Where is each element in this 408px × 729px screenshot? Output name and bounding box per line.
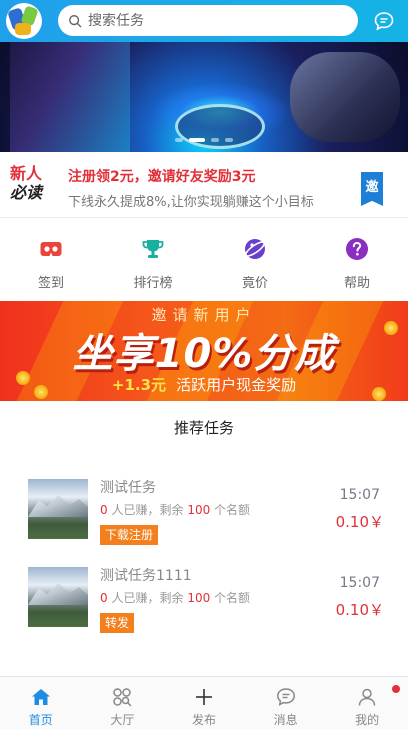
- task-remaining-suffix: 个名额: [214, 503, 251, 517]
- home-icon: [31, 689, 50, 705]
- task-price: 0.10￥: [335, 513, 384, 531]
- tab-label: 消息: [273, 713, 298, 727]
- carousel-dots: [0, 138, 408, 142]
- search-bar[interactable]: [58, 5, 358, 36]
- task-item[interactable]: 测试任务1111 0 人已赚，剩余 100 个名额 转发 15:07 0.10￥: [0, 555, 408, 635]
- notification-dot: [391, 685, 400, 693]
- task-tag: 转发: [100, 613, 135, 633]
- quick-nav: 签到 排行榜 竟价 帮助: [0, 220, 408, 300]
- task-name: 测试任务1111: [100, 568, 192, 584]
- promo-banner[interactable]: 邀请新用户 坐享10%分成 +1.3元 活跃用户现金奖励: [0, 301, 408, 401]
- task-thumbnail: [28, 479, 88, 539]
- task-item[interactable]: 测试任务 0 人已赚，剩余 100 个名额 下载注册 15:07 0.10￥: [0, 467, 408, 547]
- task-time: 15:07: [339, 575, 380, 591]
- invite-ribbon[interactable]: 邀: [361, 172, 383, 206]
- banner-carousel[interactable]: [0, 42, 408, 152]
- hall-icon: [113, 688, 132, 707]
- quick-nav-label: 帮助: [343, 276, 370, 291]
- carousel-dot[interactable]: [225, 138, 233, 142]
- quick-nav-label: 竟价: [241, 276, 268, 291]
- carousel-dot[interactable]: [175, 138, 183, 142]
- task-tag: 下载注册: [100, 525, 159, 545]
- search-icon: [69, 14, 82, 27]
- chat-bubble-icon[interactable]: [374, 11, 394, 31]
- planet-icon: [244, 239, 266, 259]
- task-meta: 0 人已赚，剩余 100 个名额: [100, 589, 250, 606]
- task-name: 测试任务: [100, 480, 156, 496]
- app-logo[interactable]: [6, 3, 42, 39]
- task-price: 0.10￥: [335, 601, 384, 619]
- carousel-dot[interactable]: [211, 138, 219, 142]
- task-earned-count: 0: [100, 591, 108, 605]
- newbie-badge-line1: 新人: [10, 164, 43, 183]
- message-icon: [276, 688, 295, 706]
- search-input[interactable]: [88, 12, 328, 29]
- task-thumbnail: [28, 567, 88, 627]
- tab-label: 我的: [355, 713, 380, 727]
- task-meta: 0 人已赚，剩余 100 个名额: [100, 501, 250, 518]
- promo-headline: 坐享10%分成: [72, 331, 336, 377]
- newbie-badge-line2: 必读: [10, 183, 43, 202]
- notice-title: 注册领2元，邀请好友奖励3元: [68, 169, 256, 185]
- newbie-badge: 新人 必读: [10, 164, 50, 202]
- top-header: [0, 0, 408, 42]
- quick-nav-ranking[interactable]: 排行榜: [102, 220, 204, 300]
- task-remaining-count: 100: [187, 503, 211, 517]
- carousel-dot[interactable]: [189, 138, 205, 142]
- tab-profile[interactable]: 我的: [326, 677, 408, 729]
- tab-hall[interactable]: 大厅: [82, 677, 164, 729]
- notice-subtitle: 下线永久提成8%,让你实现躺赚这个小目标: [68, 195, 314, 210]
- bottom-tab-bar: 首页 大厅 发布 消息 我的: [0, 676, 408, 729]
- promo-bottom-text: +1.3元 活跃用户现金奖励: [0, 374, 408, 395]
- trophy-icon: [142, 240, 164, 258]
- task-time: 15:07: [339, 487, 380, 503]
- tab-publish[interactable]: 发布: [163, 677, 245, 729]
- plus-icon: [195, 689, 212, 705]
- user-icon: [358, 688, 376, 706]
- quick-nav-label: 排行榜: [133, 276, 173, 291]
- quick-nav-checkin[interactable]: 签到: [0, 220, 102, 300]
- section-title: 推荐任务: [173, 419, 234, 437]
- promo-amount: +1.3元: [111, 376, 167, 394]
- tab-home[interactable]: 首页: [0, 677, 82, 729]
- banner-artwork: [10, 42, 130, 152]
- tab-label: 发布: [191, 713, 216, 727]
- newbie-notice[interactable]: 新人 必读 注册领2元，邀请好友奖励3元 下线永久提成8%,让你实现躺赚这个小目…: [0, 152, 408, 218]
- help-icon: [346, 238, 368, 260]
- tab-label: 大厅: [110, 713, 135, 727]
- tab-messages[interactable]: 消息: [245, 677, 327, 729]
- promo-desc: 活跃用户现金奖励: [176, 376, 297, 394]
- task-earned-suffix: 人已赚，剩余: [111, 503, 184, 517]
- task-remaining-count: 100: [187, 591, 211, 605]
- task-remaining-suffix: 个名额: [214, 591, 251, 605]
- quick-nav-help[interactable]: 帮助: [306, 220, 408, 300]
- task-earned-count: 0: [100, 503, 108, 517]
- quick-nav-label: 签到: [37, 276, 64, 291]
- vr-glasses-icon: [40, 242, 62, 256]
- quick-nav-bidding[interactable]: 竟价: [204, 220, 306, 300]
- tab-label: 首页: [28, 713, 53, 727]
- task-earned-suffix: 人已赚，剩余: [111, 591, 184, 605]
